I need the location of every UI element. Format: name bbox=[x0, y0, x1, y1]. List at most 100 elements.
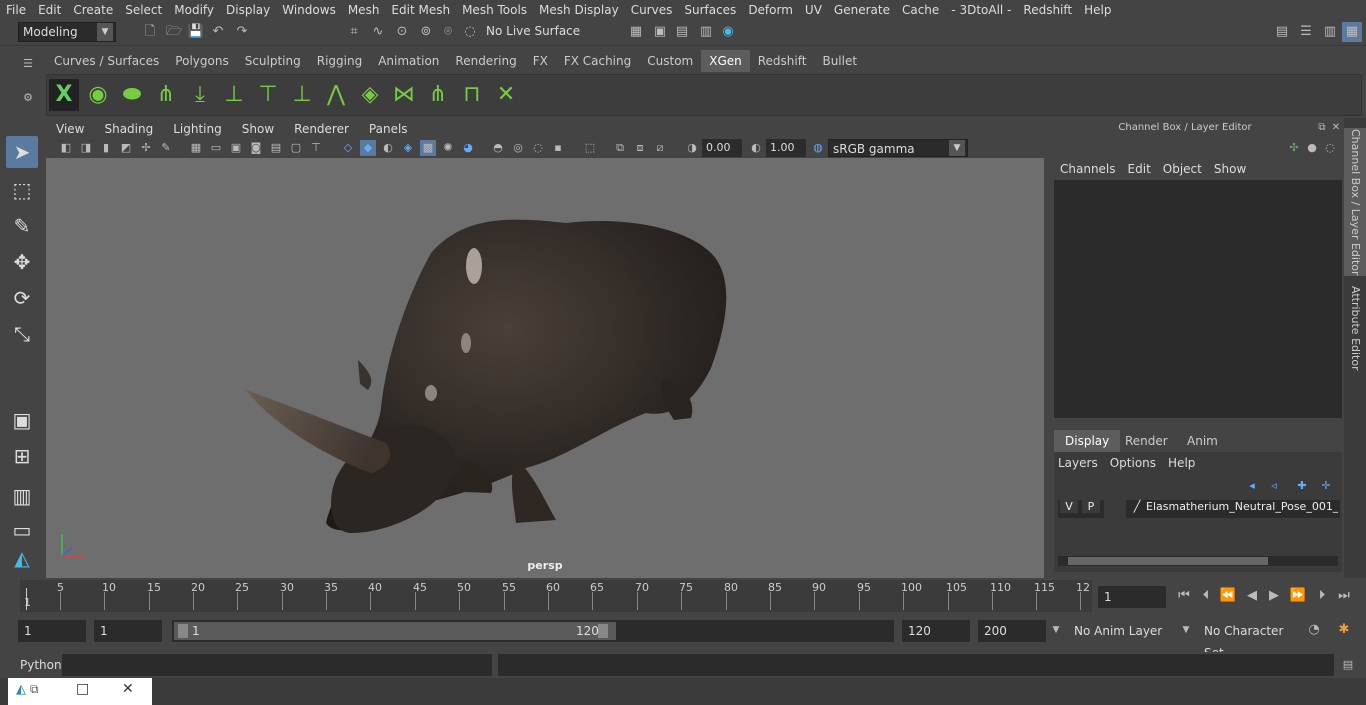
four-view-icon[interactable]: ⊞ bbox=[6, 440, 38, 472]
menu-cb-show[interactable]: Show bbox=[1214, 162, 1258, 176]
color-management-icon[interactable]: ◍ bbox=[810, 140, 826, 156]
xray-active-icon[interactable]: ⧈ bbox=[632, 140, 648, 156]
xray-icon[interactable]: ⧉ bbox=[612, 140, 628, 156]
play-backwards-icon[interactable]: ◀ bbox=[1242, 586, 1262, 606]
viewport-menu-panels[interactable]: Panels bbox=[359, 120, 418, 138]
new-scene-icon[interactable]: 🗋 bbox=[140, 22, 160, 42]
manip-icon[interactable]: ● bbox=[1302, 138, 1322, 158]
viewport-menu-show[interactable]: Show bbox=[232, 120, 284, 138]
create-guides-icon[interactable]: ⋔ bbox=[151, 79, 181, 111]
script-language-label[interactable]: Python bbox=[20, 652, 62, 678]
move-tool-icon[interactable]: ✥ bbox=[6, 246, 38, 278]
layer-playback-toggle[interactable]: P bbox=[1082, 500, 1100, 513]
lasso-tool-icon[interactable]: ⬚ bbox=[6, 174, 38, 206]
guide-visibility-icon[interactable]: ⊤ bbox=[253, 79, 283, 111]
rotate-tool-icon[interactable]: ⟳ bbox=[6, 282, 38, 314]
gamma-icon[interactable]: ◐ bbox=[748, 140, 764, 156]
interactive-groom-icon[interactable]: ⋔ bbox=[423, 79, 453, 111]
new-layer-selected-icon[interactable]: ✛ bbox=[1316, 476, 1336, 496]
menu-select[interactable]: Select bbox=[119, 0, 168, 20]
menu-redshift[interactable]: Redshift bbox=[1017, 0, 1078, 20]
playback-start-field[interactable]: 1 bbox=[94, 620, 162, 642]
gamma-field[interactable]: 1.00 bbox=[766, 139, 806, 157]
shelf-menu-icon[interactable]: ☰ bbox=[18, 54, 38, 74]
live-surface-field[interactable]: No Live Surface bbox=[482, 22, 586, 42]
go-to-end-icon[interactable]: ⏭ bbox=[1334, 586, 1354, 606]
tab-display[interactable]: Display bbox=[1054, 430, 1121, 452]
exposure-field[interactable]: 0.00 bbox=[702, 139, 742, 157]
xray-joints-icon[interactable]: ⧄ bbox=[652, 140, 668, 156]
menu-windows[interactable]: Windows bbox=[276, 0, 342, 20]
place-guides-icon[interactable]: ⤓ bbox=[185, 79, 215, 111]
tab-rigging[interactable]: Rigging bbox=[309, 50, 370, 72]
layer-visibility-toggle[interactable]: V bbox=[1060, 500, 1078, 513]
xgen-editor-icon[interactable]: X bbox=[49, 79, 79, 111]
menu-edit[interactable]: Edit bbox=[32, 0, 67, 20]
tool-settings-icon[interactable]: ☰ bbox=[1296, 22, 1316, 42]
menu-surfaces[interactable]: Surfaces bbox=[678, 0, 742, 20]
menu-mesh-display[interactable]: Mesh Display bbox=[533, 0, 625, 20]
auto-key-icon[interactable]: ◔ bbox=[1304, 620, 1324, 640]
range-slider-handle[interactable] bbox=[174, 622, 616, 640]
command-input[interactable] bbox=[62, 654, 492, 676]
delete-groom-icon[interactable]: ✕ bbox=[491, 79, 521, 111]
layout-toggle-icon[interactable]: ▦ bbox=[1342, 22, 1362, 42]
screen-space-ao-icon[interactable]: ◓ bbox=[490, 140, 506, 156]
two-d-pan-icon[interactable]: ✢ bbox=[138, 140, 154, 156]
time-slider[interactable]: 1 5 10 15 20 25 30 35 40 45 50 55 60 65 … bbox=[20, 580, 1092, 612]
menu-display[interactable]: Display bbox=[220, 0, 276, 20]
tab-redshift[interactable]: Redshift bbox=[750, 50, 815, 72]
undo-icon[interactable]: ↶ bbox=[208, 22, 228, 42]
render-view-icon[interactable]: ▦ bbox=[626, 22, 646, 42]
xgen-leaf-icon[interactable]: ⬬ bbox=[117, 79, 147, 111]
isolate-select-icon[interactable]: ⬚ bbox=[582, 140, 598, 156]
safe-title-icon[interactable]: ⊤ bbox=[308, 140, 324, 156]
anti-aliasing-icon[interactable]: ◌ bbox=[530, 140, 546, 156]
single-perspective-icon[interactable]: ▣ bbox=[6, 404, 38, 436]
step-forward-icon[interactable]: ⏵ bbox=[1312, 586, 1332, 606]
ipr-render-icon[interactable]: ▤ bbox=[672, 22, 692, 42]
close-window-icon[interactable]: ✕ bbox=[122, 681, 134, 697]
wireframe-icon[interactable]: ◇ bbox=[340, 140, 356, 156]
menu-layers[interactable]: Layers bbox=[1058, 456, 1110, 470]
step-forward-key-icon[interactable]: ⏩ bbox=[1288, 586, 1308, 606]
tab-polygons[interactable]: Polygons bbox=[167, 50, 236, 72]
step-back-icon[interactable]: ⏴ bbox=[1196, 586, 1216, 606]
playback-end-field[interactable]: 120 bbox=[902, 620, 970, 642]
grid-icon[interactable]: ▦ bbox=[188, 140, 204, 156]
tab-sculpting[interactable]: Sculpting bbox=[237, 50, 309, 72]
menu-channels[interactable]: Channels bbox=[1060, 162, 1128, 176]
snap-live-icon[interactable]: ◌ bbox=[460, 22, 480, 42]
color-space-dropdown[interactable]: sRGB gamma ▼ bbox=[828, 139, 968, 157]
menu-modify[interactable]: Modify bbox=[168, 0, 220, 20]
wireframe-on-shaded-icon[interactable]: ◈ bbox=[400, 140, 416, 156]
render-settings-icon[interactable]: ▥ bbox=[696, 22, 716, 42]
chevron-down-icon[interactable]: ▼ bbox=[1046, 620, 1066, 640]
tab-anim[interactable]: Anim bbox=[1176, 430, 1229, 452]
snap-curve-icon[interactable]: ∿ bbox=[368, 22, 388, 42]
sculpt-guides-icon[interactable]: ⋀ bbox=[321, 79, 351, 111]
open-scene-icon[interactable]: 🗁 bbox=[164, 22, 184, 42]
tab-rendering[interactable]: Rendering bbox=[447, 50, 524, 72]
tab-animation[interactable]: Animation bbox=[370, 50, 447, 72]
menu-create[interactable]: Create bbox=[67, 0, 119, 20]
speed-icon[interactable]: ◌ bbox=[1320, 138, 1340, 158]
tab-curves-surfaces[interactable]: Curves / Surfaces bbox=[46, 50, 167, 72]
film-gate-icon[interactable]: ▭ bbox=[208, 140, 224, 156]
groom-layer-icon[interactable]: ◈ bbox=[355, 79, 385, 111]
tab-bullet[interactable]: Bullet bbox=[814, 50, 865, 72]
save-scene-icon[interactable]: 💾 bbox=[186, 22, 206, 42]
tab-xgen[interactable]: XGen bbox=[701, 50, 750, 72]
close-icon[interactable]: ✕ bbox=[1326, 118, 1346, 138]
scene-start-field[interactable]: 1 bbox=[18, 620, 86, 642]
channel-box-toggle-icon[interactable]: ▥ bbox=[1320, 22, 1340, 42]
menu-file[interactable]: File bbox=[0, 0, 32, 20]
depth-of-field-icon[interactable]: ▪ bbox=[550, 140, 566, 156]
render-frame-icon[interactable]: ▣ bbox=[650, 22, 670, 42]
shelf-settings-icon[interactable]: ⚙ bbox=[18, 88, 38, 108]
scale-tool-icon[interactable]: ⤡ bbox=[6, 318, 38, 350]
menu-mesh[interactable]: Mesh bbox=[342, 0, 386, 20]
snap-view-icon[interactable]: ⊚ bbox=[416, 22, 436, 42]
maximize-icon[interactable]: □ bbox=[76, 681, 89, 697]
layer-name[interactable]: Elasmatherium_Neutral_Pose_001_lay bbox=[1146, 500, 1338, 513]
